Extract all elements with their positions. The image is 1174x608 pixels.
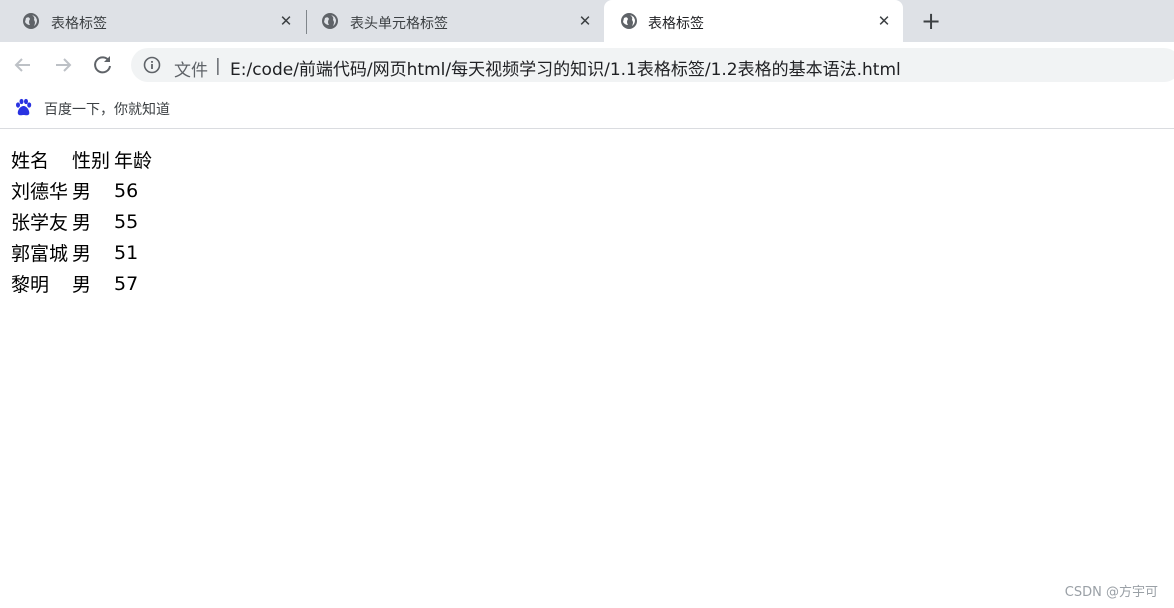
tab-1[interactable]: 表格标签 ✕ bbox=[0, 0, 305, 42]
data-table: 姓名 性别 年龄 刘德华 男 56 张学友 男 55 郭富城 男 51 黎明 男… bbox=[8, 143, 155, 300]
tab-3-active[interactable]: 表格标签 ✕ bbox=[604, 0, 903, 42]
header-gender: 性别 bbox=[72, 150, 111, 172]
url-text[interactable]: E:/code/前端代码/网页html/每天视频学习的知识/1.1表格标签/1.… bbox=[230, 55, 901, 80]
tab-title: 表头单元格标签 bbox=[350, 16, 448, 32]
cell-age: 57 bbox=[114, 272, 139, 295]
cell-gender: 男 bbox=[72, 181, 92, 203]
table-row: 刘德华 男 56 bbox=[10, 176, 153, 205]
close-tab-icon[interactable]: ✕ bbox=[575, 11, 595, 31]
baidu-paw-icon bbox=[16, 98, 32, 116]
tab-title: 表格标签 bbox=[648, 16, 704, 32]
bookmarks-bar: 百度一下，你就知道 bbox=[0, 88, 1174, 129]
bookmark-label: 百度一下，你就知道 bbox=[44, 102, 170, 118]
omnibox-divider: | bbox=[215, 56, 221, 76]
arrow-left-icon[interactable] bbox=[10, 52, 36, 78]
cell-gender: 男 bbox=[72, 243, 92, 265]
address-bar[interactable]: 文件 | E:/code/前端代码/网页html/每天视频学习的知识/1.1表格… bbox=[131, 48, 1174, 82]
close-tab-icon[interactable]: ✕ bbox=[874, 11, 894, 31]
tab-2[interactable]: 表头单元格标签 ✕ bbox=[307, 0, 604, 42]
new-tab-button[interactable]: + bbox=[919, 9, 943, 33]
cell-gender: 男 bbox=[72, 212, 92, 234]
cell-age: 55 bbox=[114, 210, 139, 233]
file-scheme-label: 文件 bbox=[174, 61, 208, 81]
cell-age: 56 bbox=[114, 179, 139, 202]
globe-icon bbox=[621, 13, 637, 29]
cell-name: 刘德华 bbox=[11, 181, 69, 203]
header-age: 年龄 bbox=[114, 150, 153, 172]
tab-title: 表格标签 bbox=[51, 16, 107, 32]
globe-icon bbox=[322, 13, 338, 29]
cell-age: 51 bbox=[114, 241, 139, 264]
reload-icon[interactable] bbox=[90, 52, 116, 78]
table-header-row: 姓名 性别 年龄 bbox=[10, 145, 153, 174]
tab-strip: 表格标签 ✕ 表头单元格标签 ✕ 表格标签 ✕ + bbox=[0, 0, 1174, 42]
table-row: 郭富城 男 51 bbox=[10, 238, 153, 267]
arrow-right-icon[interactable] bbox=[50, 52, 76, 78]
toolbar: 文件 | E:/code/前端代码/网页html/每天视频学习的知识/1.1表格… bbox=[0, 42, 1174, 88]
info-icon[interactable] bbox=[143, 56, 161, 74]
close-tab-icon[interactable]: ✕ bbox=[276, 11, 296, 31]
cell-name: 黎明 bbox=[11, 274, 50, 296]
table-row: 张学友 男 55 bbox=[10, 207, 153, 236]
cell-gender: 男 bbox=[72, 274, 92, 296]
table-row: 黎明 男 57 bbox=[10, 269, 153, 298]
watermark: CSDN @方宇可 bbox=[1064, 585, 1158, 600]
cell-name: 张学友 bbox=[11, 212, 69, 234]
cell-name: 郭富城 bbox=[11, 243, 69, 265]
page-content: 姓名 性别 年龄 刘德华 男 56 张学友 男 55 郭富城 男 51 黎明 男… bbox=[0, 129, 1174, 608]
globe-icon bbox=[23, 13, 39, 29]
header-name: 姓名 bbox=[11, 150, 50, 172]
